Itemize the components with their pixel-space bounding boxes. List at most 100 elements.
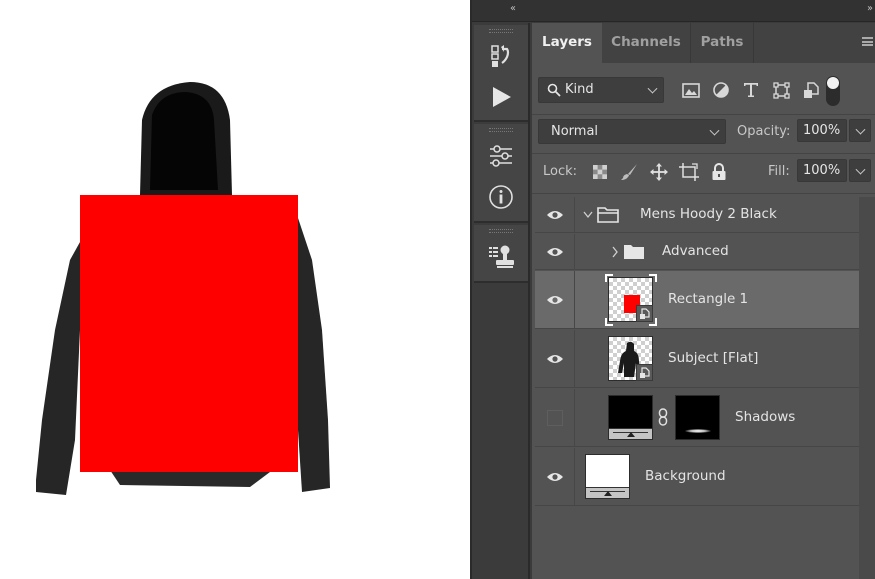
clone-source-button[interactable]: [486, 242, 516, 272]
lock-all-button[interactable]: [708, 161, 730, 183]
grip-handle[interactable]: [489, 29, 513, 33]
grip-handle[interactable]: [489, 229, 513, 233]
lock-icon: [712, 163, 726, 180]
opacity-input[interactable]: 100%: [797, 119, 847, 142]
fill-input[interactable]: 100%: [797, 159, 847, 182]
lock-image-button[interactable]: [618, 161, 640, 183]
image-filter-button[interactable]: [680, 79, 702, 101]
divider: [532, 114, 875, 115]
dock-group-3: [474, 225, 528, 283]
shape-filter-icon: [772, 81, 790, 99]
folder-icon: [624, 245, 644, 259]
smart-object-badge: [636, 364, 653, 381]
lock-transparent-button[interactable]: [589, 161, 611, 183]
history-button[interactable]: [486, 41, 516, 71]
photoshop-panels: ‹‹ ›› Layers Channels Paths Kind Normal …: [470, 0, 875, 579]
layer-row-subject-flat[interactable]: Subject [Flat]: [535, 330, 859, 388]
chevron-down-icon: [855, 164, 866, 175]
tab-paths[interactable]: Paths: [691, 23, 753, 63]
fill-thumbnail[interactable]: [608, 395, 653, 440]
hidden-visibility-box: [546, 409, 563, 426]
tab-divider: [753, 23, 754, 63]
document-canvas[interactable]: [0, 0, 470, 579]
type-filter-icon: [744, 83, 758, 97]
actions-play-icon: [493, 87, 511, 107]
layer-row-mens-hoody[interactable]: Mens Hoody 2 Black: [535, 197, 859, 233]
fill-value: 100%: [803, 163, 841, 178]
hoodie-right-sleeve: [297, 215, 330, 492]
collapse-left-icon[interactable]: ‹‹: [510, 3, 516, 14]
type-filter-button[interactable]: [740, 79, 762, 101]
dock-group-1: [474, 25, 528, 122]
hoodie-hood-inner: [150, 92, 218, 190]
image-filter-icon: [682, 82, 700, 98]
panel-tabs: Layers Channels Paths: [532, 23, 875, 63]
layer-name: Rectangle 1: [668, 291, 749, 307]
opacity-slider-toggle[interactable]: [849, 119, 871, 142]
smart-object-icon: [640, 366, 650, 378]
screenshot-root: ‹‹ ›› Layers Channels Paths Kind Normal …: [0, 0, 875, 579]
opacity-label: Opacity:: [737, 124, 791, 139]
fill-slider-toggle[interactable]: [849, 159, 871, 182]
eye-icon: [546, 354, 563, 363]
visibility-toggle[interactable]: [535, 389, 575, 446]
lock-transparent-pixels-icon: [593, 165, 607, 179]
toggle-knob: [827, 77, 839, 89]
layer-name: Background: [645, 468, 726, 484]
shadow-glow: [685, 429, 711, 433]
filter-kind-dropdown[interactable]: Kind: [538, 77, 664, 103]
lock-label: Lock:: [543, 164, 578, 179]
blend-mode-dropdown[interactable]: Normal: [538, 119, 726, 144]
layer-row-background[interactable]: Background: [535, 448, 859, 506]
visibility-toggle[interactable]: [535, 448, 575, 505]
visibility-toggle[interactable]: [535, 197, 575, 232]
chevron-down-icon: [855, 124, 866, 135]
eye-icon: [546, 295, 563, 304]
move-icon: [650, 163, 668, 181]
visibility-toggle[interactable]: [535, 271, 575, 328]
paintbrush-icon: [621, 164, 637, 180]
adjustment-filter-icon: [713, 82, 729, 98]
tab-channels[interactable]: Channels: [602, 23, 690, 63]
eye-icon: [546, 210, 563, 219]
layer-row-advanced[interactable]: Advanced: [535, 234, 859, 270]
red-rectangle-shape[interactable]: [80, 195, 298, 472]
divider: [532, 153, 875, 154]
mask-thumbnail[interactable]: [675, 395, 720, 440]
actions-play-button[interactable]: [486, 82, 516, 112]
background-thumbnail[interactable]: [585, 454, 630, 499]
chevron-down-icon: [647, 83, 658, 94]
lock-artboard-button[interactable]: [678, 161, 700, 183]
history-icon: [491, 45, 510, 67]
adjustment-filter-button[interactable]: [710, 79, 732, 101]
filter-toggle-switch[interactable]: [826, 76, 840, 106]
visibility-toggle[interactable]: [535, 330, 575, 387]
smart-object-filter-button[interactable]: [800, 79, 822, 101]
opacity-value: 100%: [803, 123, 841, 138]
panel-menu-icon[interactable]: [862, 37, 873, 46]
layers-scrollbar[interactable]: [859, 197, 875, 579]
collapse-right-icon[interactable]: ››: [867, 3, 873, 14]
layer-thumbnail[interactable]: [608, 277, 653, 322]
tab-layers[interactable]: Layers: [532, 23, 602, 63]
visibility-toggle[interactable]: [535, 234, 575, 269]
layer-thumbnail[interactable]: [608, 336, 653, 381]
grip-handle[interactable]: [489, 128, 513, 132]
lock-position-button[interactable]: [648, 161, 670, 183]
info-button[interactable]: [486, 182, 516, 212]
shape-filter-button[interactable]: [770, 79, 792, 101]
layer-row-shadows[interactable]: Shadows: [535, 389, 859, 447]
chevron-down-icon[interactable]: [583, 211, 593, 219]
layer-row-rectangle-1[interactable]: Rectangle 1: [535, 271, 859, 329]
blend-mode-value: Normal: [551, 124, 599, 139]
eye-icon: [546, 472, 563, 481]
layers-panel: Layers Channels Paths Kind Normal Opacit…: [532, 23, 875, 579]
adjustments-button[interactable]: [486, 141, 516, 171]
chevron-right-icon[interactable]: [611, 246, 619, 258]
fill-label: Fill:: [768, 164, 790, 179]
hoodie-hem: [110, 470, 270, 487]
icon-dock: [472, 23, 530, 579]
layer-name: Advanced: [662, 243, 729, 259]
artboard-icon: [679, 163, 699, 181]
layer-name: Subject [Flat]: [668, 350, 759, 366]
